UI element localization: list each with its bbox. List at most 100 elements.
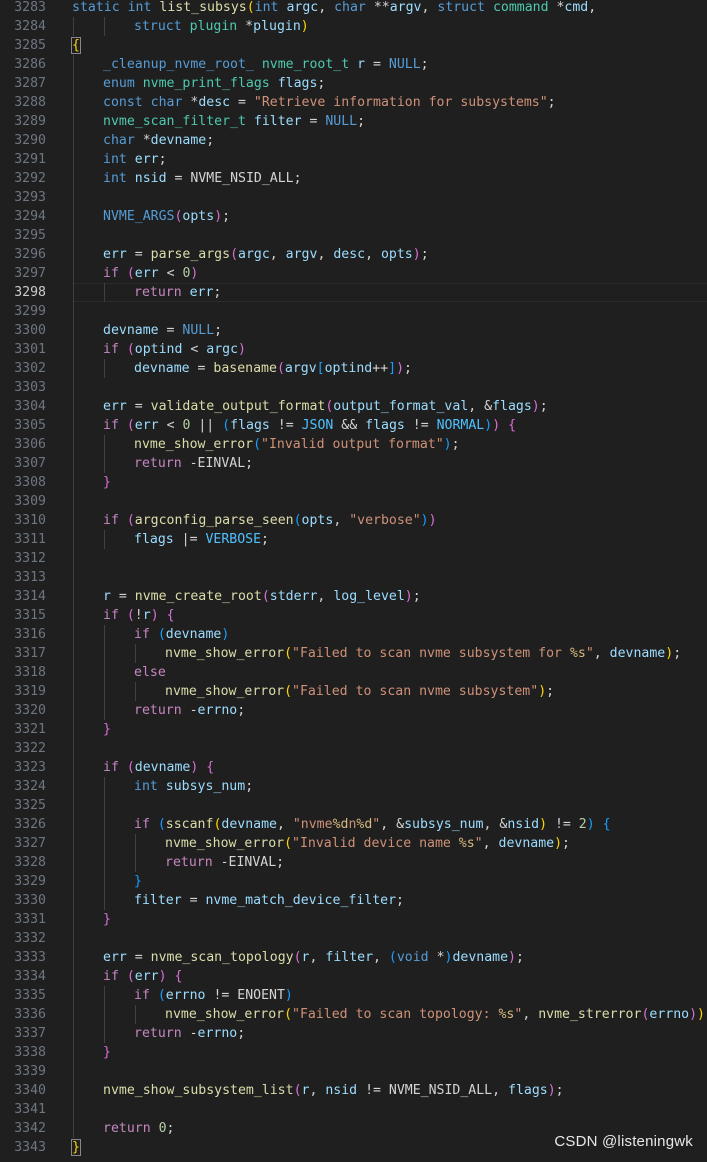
code-area[interactable]: static int list_subsys(int argc, char **… [71,0,707,1162]
code-token: if [103,513,119,528]
code-line[interactable] [72,492,707,511]
code-token: ( [284,836,293,851]
code-line[interactable] [72,796,707,815]
code-line[interactable]: return -EINVAL; [72,454,707,473]
code-token: ) [547,1083,556,1098]
code-line[interactable]: } [72,720,707,739]
code-line[interactable]: NVME_ARGS(opts); [72,207,707,226]
code-line[interactable]: if (devname) [72,625,707,644]
code-line[interactable]: nvme_show_error("Failed to scan topology… [72,1005,707,1024]
line-number: 3288 [14,95,46,110]
code-line[interactable]: if (!r) { [72,606,707,625]
code-token: ) [665,646,674,661]
line-number: 3287 [14,76,46,91]
code-line[interactable]: nvme_show_error("Failed to scan nvme sub… [72,644,707,663]
code-line[interactable]: nvme_show_error("Invalid output format")… [72,435,707,454]
code-line[interactable]: if (sscanf(devname, "nvme%dn%d", &subsys… [72,815,707,834]
code-line[interactable]: return -errno; [72,1024,707,1043]
code-token: ; [245,456,254,471]
code-token: } [134,874,142,889]
code-line[interactable] [72,188,707,207]
code-token: optind [324,361,373,376]
code-line[interactable]: return -EINVAL; [72,853,707,872]
code-line[interactable]: return err; [72,283,707,302]
line-number: 3295 [14,228,46,243]
code-line[interactable]: nvme_show_error("Failed to scan nvme sub… [72,682,707,701]
code-line[interactable]: int err; [72,150,707,169]
code-line[interactable] [72,1062,707,1081]
code-line[interactable] [72,549,707,568]
code-line[interactable]: err = validate_output_format(output_form… [72,397,707,416]
code-line[interactable]: return -errno; [72,701,707,720]
code-line[interactable]: enum nvme_print_flags flags; [72,74,707,93]
code-line[interactable]: if (err < 0 || (flags != JSON && flags !… [72,416,707,435]
code-line[interactable]: if (err) { [72,967,707,986]
code-line[interactable]: if (optind < argc) [72,340,707,359]
code-token: ; [317,76,326,91]
code-token: argc [206,342,239,357]
code-line[interactable]: if (argconfig_parse_seen(opts, "verbose"… [72,511,707,530]
code-token: "verbose" [349,513,421,528]
code-line[interactable] [72,226,707,245]
code-line[interactable]: if (devname) { [72,758,707,777]
code-token: %d [332,817,349,832]
code-token: = [158,323,183,338]
code-token: flags [134,532,174,547]
code-line[interactable]: int nsid = NVME_NSID_ALL; [72,169,707,188]
code-line[interactable] [72,568,707,587]
code-line[interactable]: static int list_subsys(int argc, char **… [72,0,707,17]
code-line[interactable]: if (errno != ENOENT) [72,986,707,1005]
code-line[interactable]: devname = basename(argv[optind++]); [72,359,707,378]
code-line[interactable]: if (err < 0) [72,264,707,283]
code-token: "Retrieve information for subsystems" [253,95,548,110]
code-token: "Invalid output format" [261,437,444,452]
code-line[interactable]: nvme_show_error("Invalid device name %s"… [72,834,707,853]
line-number: 3290 [14,133,46,148]
code-line[interactable]: struct plugin *plugin) [72,17,707,36]
code-token: nvme_scan_filter_t [103,114,246,129]
code-token: if [103,342,119,357]
code-token: enum [103,76,135,91]
line-number: 3324 [14,779,46,794]
code-token: if [134,627,150,642]
code-token: ; [451,437,460,452]
code-line[interactable]: } [72,910,707,929]
code-line[interactable]: int subsys_num; [72,777,707,796]
code-line[interactable]: const char *desc = "Retrieve information… [72,93,707,112]
code-line[interactable]: char *devname; [72,131,707,150]
code-line[interactable]: flags |= VERBOSE; [72,530,707,549]
code-token: flags [492,399,532,414]
code-line[interactable] [72,1100,707,1119]
code-token: - [181,1026,198,1041]
code-line[interactable]: nvme_show_subsystem_list(r, nsid != NVME… [72,1081,707,1100]
code-token: != [357,1083,389,1098]
line-number: 3315 [14,608,46,623]
code-token: ; [357,114,366,129]
line-number: 3334 [14,969,46,984]
code-line[interactable]: } [72,872,707,891]
code-line[interactable]: r = nvme_create_root(stderr, log_level); [72,587,707,606]
code-line[interactable] [72,929,707,948]
code-token: < [158,418,183,433]
code-line[interactable]: err = nvme_scan_topology(r, filter, (voi… [72,948,707,967]
code-token: validate_output_format [150,399,326,414]
code-line[interactable]: { [71,36,707,55]
code-line[interactable]: } [72,473,707,492]
code-line[interactable]: err = parse_args(argc, argv, desc, opts)… [72,245,707,264]
code-line[interactable]: devname = NULL; [72,321,707,340]
code-line[interactable]: filter = nvme_match_device_filter; [72,891,707,910]
code-line[interactable]: } [72,1043,707,1062]
code-editor[interactable]: 3283 3284 3285 3286 3287 3288 3289 3290 3291 3292… [0,0,707,1162]
code-line[interactable] [72,378,707,397]
code-line[interactable]: _cleanup_nvme_root_ nvme_root_t r = NULL… [72,55,707,74]
code-token: , [318,0,335,15]
code-token: static [72,0,120,15]
code-line[interactable]: else [72,663,707,682]
code-line[interactable] [72,739,707,758]
code-line[interactable] [72,302,707,321]
code-line[interactable]: nvme_scan_filter_t filter = NULL; [72,112,707,131]
